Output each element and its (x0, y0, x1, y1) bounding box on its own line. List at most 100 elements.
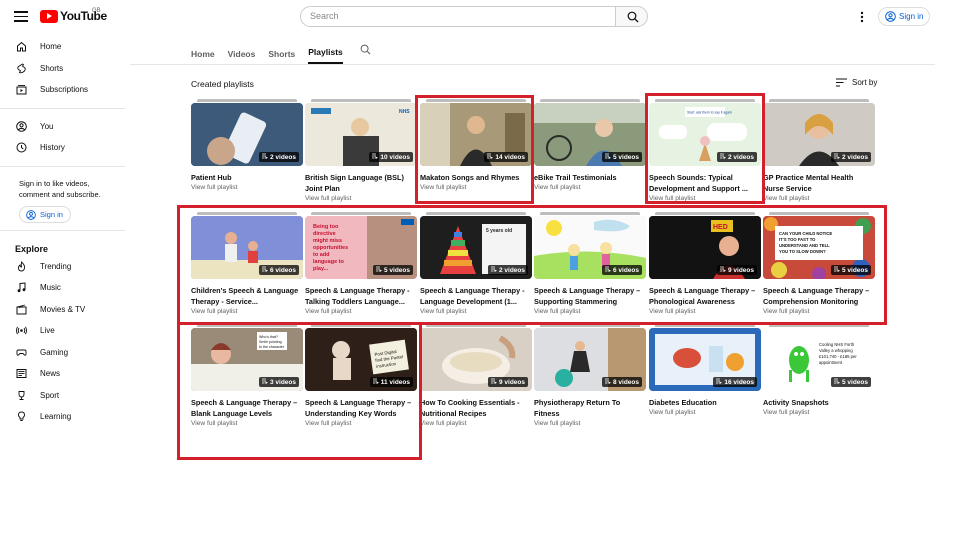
sidebar-item-trending[interactable]: Trending (0, 256, 125, 278)
video-count-badge: 9 videos (487, 377, 528, 387)
sidebar-item-label: History (40, 143, 65, 153)
search-icon (627, 11, 639, 23)
video-count-badge: 10 videos (369, 152, 413, 162)
sidebar-item-label: Home (40, 42, 62, 52)
tab-home[interactable]: Home (191, 49, 215, 64)
playlist-title[interactable]: Activity Snapshots (763, 398, 875, 409)
video-count-badge: 8 videos (601, 377, 642, 387)
sidebar-item-home[interactable]: Home (0, 36, 125, 58)
svg-text:NHS: NHS (399, 109, 410, 115)
divider (0, 107, 125, 109)
sidebar-item-movies[interactable]: Movies & TV (0, 299, 125, 321)
country-code: GB (92, 8, 101, 14)
playlist-thumbnail[interactable]: 9 videos (420, 328, 532, 391)
sidebar-item-music[interactable]: Music (0, 277, 125, 299)
subscriptions-icon (16, 84, 27, 95)
playlist-thumbnail[interactable]: 5 videos (534, 103, 646, 166)
sidebar-item-you[interactable]: You (0, 116, 125, 138)
svg-text:£101,740 - £185 per: £101,740 - £185 per (819, 354, 857, 359)
playlist-title[interactable]: How To Cooking Essentials - Nutritional … (420, 398, 532, 419)
view-full-playlist-link[interactable]: View full playlist (763, 409, 809, 416)
sidebar-item-news[interactable]: News (0, 363, 125, 385)
view-full-playlist-link[interactable]: View full playlist (534, 184, 580, 191)
channel-tabs: Home Videos Shorts Playlists (191, 42, 371, 64)
news-icon (16, 368, 27, 379)
playlist-title[interactable]: Patient Hub (191, 173, 303, 184)
video-count: 5 videos (612, 153, 639, 161)
tab-playlists[interactable]: Playlists (308, 47, 343, 64)
sidebar-item-label: Gaming (40, 347, 69, 357)
playlist-thumbnail[interactable]: 8 videos (534, 328, 646, 391)
playlist-stack-edge (197, 99, 297, 102)
video-count-badge: 5 videos (601, 152, 642, 162)
shorts-icon (16, 63, 27, 74)
playlist-thumbnail[interactable]: Cooling NHS Forth Valley a whopping £101,7… (763, 328, 875, 391)
sidebar-signin-button[interactable]: Sign in (19, 205, 71, 223)
more-options-icon[interactable] (858, 10, 866, 24)
view-full-playlist-link[interactable]: View full playlist (649, 409, 695, 416)
playlist-title[interactable]: Diabetes Education (649, 398, 761, 409)
video-count: 5 videos (841, 378, 868, 386)
signin-prompt: Sign in to like videos, comment and subs… (19, 178, 101, 199)
playlist-icon (604, 378, 611, 386)
playlist-title[interactable]: British Sign Language (BSL) Joint Plan (305, 173, 417, 194)
playlist-thumbnail[interactable]: 2 videos (191, 103, 303, 166)
playlist-title[interactable]: Physiotherapy Return To Fitness (534, 398, 646, 419)
youtube-play-icon (40, 9, 58, 23)
sort-by-button[interactable]: Sort by (836, 78, 877, 87)
playlist-thumbnail[interactable]: 2 videos (763, 103, 875, 166)
playlist-title[interactable]: eBike Trail Testimonials (534, 173, 646, 184)
section-title: Created playlists (191, 79, 254, 89)
tabs-divider (130, 64, 935, 65)
svg-text:Valley a whopping: Valley a whopping (819, 348, 853, 353)
view-full-playlist-link[interactable]: View full playlist (763, 195, 809, 202)
playlist-icon (490, 378, 497, 386)
view-full-playlist-link[interactable]: View full playlist (534, 420, 580, 427)
playlist-icon (833, 153, 840, 161)
sidebar-item-label: Music (40, 283, 61, 293)
sort-icon (836, 78, 847, 87)
video-count: 9 videos (498, 378, 525, 386)
sidebar-item-sport[interactable]: Sport (0, 385, 125, 407)
sidebar-item-subscriptions[interactable]: Subscriptions (0, 79, 125, 101)
playlist-title[interactable]: GP Practice Mental Health Nurse Service (763, 173, 875, 194)
playlist-thumbnail[interactable]: 16 videos (649, 328, 761, 391)
signin-label: Sign in (899, 12, 924, 21)
divider (0, 165, 125, 167)
top-bar: YouTube GB Search Sign in (0, 0, 960, 34)
search-input[interactable]: Search (300, 6, 616, 27)
menu-icon[interactable] (14, 11, 28, 22)
channel-search-icon[interactable] (360, 42, 371, 64)
view-full-playlist-link[interactable]: View full playlist (420, 420, 466, 427)
highlight-box (177, 322, 422, 460)
search-button[interactable] (615, 6, 648, 27)
playlist-icon (604, 153, 611, 161)
movies-icon (16, 304, 27, 315)
highlight-box (177, 205, 887, 325)
sidebar-item-label: Learning (40, 412, 72, 422)
gaming-icon (16, 347, 27, 358)
playlist-icon (716, 378, 723, 386)
sidebar-item-label: News (40, 369, 61, 379)
sport-icon (16, 390, 27, 401)
sidebar: Home Shorts Subscriptions You History Si… (0, 36, 125, 428)
video-count-badge: 5 videos (830, 377, 871, 387)
tab-shorts[interactable]: Shorts (268, 49, 295, 64)
sidebar-item-label: Movies & TV (40, 304, 86, 314)
signin-button[interactable]: Sign in (878, 7, 930, 26)
tab-videos[interactable]: Videos (228, 49, 256, 64)
sidebar-item-learning[interactable]: Learning (0, 406, 125, 428)
sidebar-item-shorts[interactable]: Shorts (0, 58, 125, 80)
playlist-thumbnail[interactable]: NHS 10 videos (305, 103, 417, 166)
view-full-playlist-link[interactable]: View full playlist (191, 184, 237, 191)
sidebar-item-label: You (40, 121, 54, 131)
explore-heading: Explore (15, 243, 49, 254)
sidebar-item-gaming[interactable]: Gaming (0, 342, 125, 364)
sidebar-item-live[interactable]: Live (0, 320, 125, 342)
view-full-playlist-link[interactable]: View full playlist (305, 195, 351, 202)
signin-label: Sign in (40, 209, 63, 219)
highlight-box (415, 95, 534, 204)
playlist-stack-edge (769, 99, 869, 102)
sidebar-item-history[interactable]: History (0, 137, 125, 159)
account-icon (885, 11, 896, 22)
